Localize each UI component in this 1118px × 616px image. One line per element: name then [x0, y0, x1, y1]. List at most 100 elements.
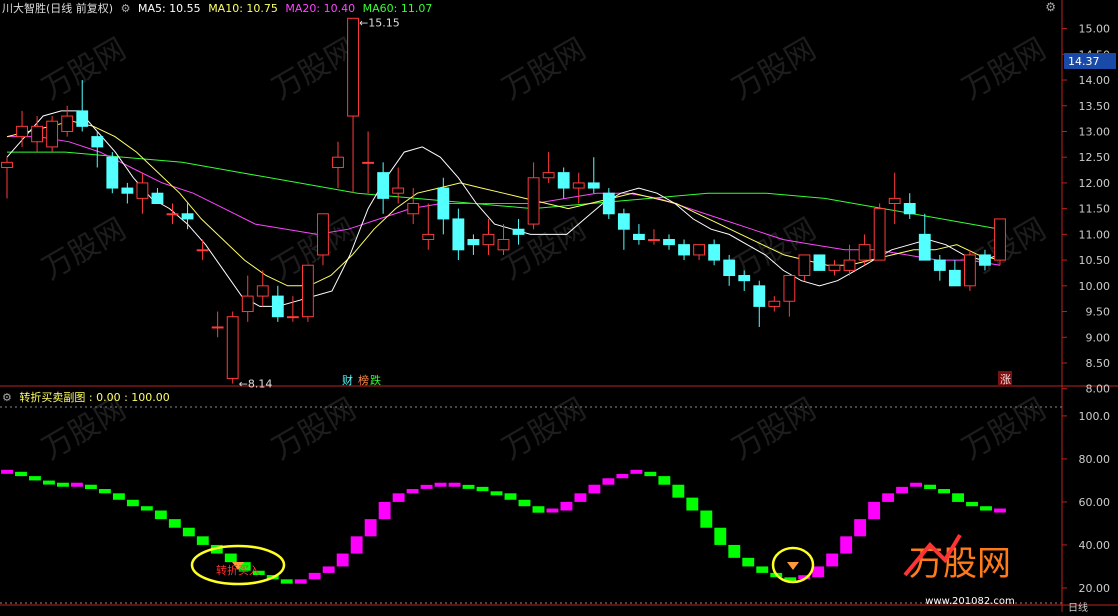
- ma10-label: MA10: 10.75: [208, 2, 278, 15]
- period-label: 日线: [1068, 601, 1088, 612]
- sub-tick-label: 20.00: [1079, 582, 1111, 595]
- sub-indicator-layer: 转折买入: [1, 469, 1006, 586]
- candle-body: [903, 203, 916, 215]
- candlestick: [422, 203, 435, 250]
- price-tick-label: 10.50: [1079, 254, 1111, 267]
- price-tick-label: 11.00: [1079, 228, 1111, 241]
- sub-settings-gear-icon[interactable]: ⚙: [2, 391, 12, 404]
- indicator-bar: [994, 508, 1006, 513]
- candlestick: [46, 116, 59, 153]
- candlestick: [332, 141, 344, 189]
- chart-canvas[interactable]: 万股网 万股网 万股网 万股网 万股网万股网 万股网 万股网 万股网万股网 万股网 万股网 万股网万…: [0, 0, 1118, 614]
- indicator-bar: [56, 482, 69, 487]
- candle-body: [377, 172, 390, 199]
- candle-body: [91, 136, 104, 148]
- options-icon[interactable]: ⚙: [1045, 0, 1056, 14]
- indicator-bar: [966, 501, 978, 507]
- candlestick: [678, 239, 690, 261]
- indicator-bar: [854, 519, 867, 537]
- candlestick: [948, 260, 961, 287]
- candlestick: [527, 162, 540, 230]
- candlestick: [602, 188, 615, 219]
- candlestick: [106, 152, 119, 194]
- indicator-bar: [840, 536, 853, 554]
- indicator-bar: [378, 501, 391, 520]
- indicator-bar: [126, 499, 139, 507]
- indicator-bar: [29, 476, 41, 481]
- candle-body: [136, 182, 149, 199]
- candle-body: [301, 264, 314, 318]
- candle-body: [407, 203, 420, 215]
- price-tick-label: 12.50: [1079, 151, 1111, 164]
- candlestick: [542, 152, 555, 183]
- indicator-bar: [294, 579, 307, 584]
- indicator-bar: [406, 489, 419, 494]
- event-rank-marker: 榜: [358, 373, 369, 387]
- ma20-label: MA20: 10.40: [285, 2, 356, 15]
- candle-body: [813, 254, 826, 271]
- sub-chart-header: ⚙ 转折买卖副图 : 0.00 : 100.00: [2, 389, 174, 405]
- candle-body: [963, 254, 976, 287]
- indicator-bar: [168, 519, 181, 528]
- indicator-bar: [98, 489, 111, 494]
- sub-tick-label: 100.0: [1079, 410, 1111, 423]
- price-tick-label: 8.00: [1086, 383, 1111, 396]
- indicator-bar: [658, 476, 671, 485]
- indicator-bar: [280, 579, 293, 584]
- candlestick: [587, 157, 600, 194]
- candlestick: [241, 275, 254, 322]
- current-price-label: 14.37: [1068, 55, 1100, 68]
- candle-body: [317, 213, 329, 256]
- candlestick: [663, 234, 675, 250]
- candle-body: [663, 239, 675, 246]
- candlestick: [166, 203, 179, 225]
- indicator-bar: [112, 493, 125, 500]
- indicator-bar: [182, 527, 195, 537]
- candle-body: [632, 233, 645, 241]
- candle-body: [482, 233, 495, 246]
- watermark-text: 万股网: [957, 392, 1052, 467]
- candlestick: [888, 172, 901, 225]
- candlestick: [963, 249, 976, 291]
- indicator-bar: [812, 566, 825, 578]
- indicator-bar: [350, 536, 363, 554]
- indicator-bar: [504, 493, 517, 500]
- candle-body: [256, 285, 269, 297]
- candle-body: [271, 295, 284, 318]
- indicator-bar: [154, 510, 167, 520]
- candlestick: [301, 264, 314, 322]
- candlestick: [632, 224, 645, 245]
- candlestick: [903, 193, 916, 219]
- indicator-bar: [434, 482, 447, 487]
- candle-body: [948, 269, 961, 287]
- diamond-signal-icon: [787, 562, 799, 570]
- candlestick: [16, 110, 28, 147]
- settings-gear-icon[interactable]: ⚙: [121, 2, 131, 15]
- watermark-layer: 万股网 万股网 万股网 万股网 万股网万股网 万股网 万股网 万股网万股网 万股网 万股网 万股网万…: [37, 32, 1052, 467]
- indicator-bar: [756, 566, 769, 573]
- candlestick: [783, 275, 796, 317]
- ma60-label: MA60: 11.07: [362, 2, 433, 15]
- watermark-text: 万股网: [957, 32, 1052, 107]
- candle-body: [512, 228, 525, 235]
- indicator-bar: [728, 544, 741, 558]
- ma5-label: MA5: 10.55: [137, 2, 201, 15]
- indicator-bar: [644, 471, 657, 477]
- candle-body: [1, 161, 13, 168]
- price-tick-label: 11.50: [1079, 203, 1111, 216]
- candle-body: [347, 17, 359, 117]
- candlestick: [121, 182, 134, 204]
- candle-body: [76, 110, 89, 127]
- candle-body: [873, 208, 886, 261]
- low-price-annotation: ←8.14: [239, 378, 273, 391]
- moving-average-layer: [6, 110, 1001, 307]
- candlestick: [136, 172, 149, 214]
- indicator-bar: [196, 536, 209, 545]
- price-tick-label: 13.00: [1079, 125, 1111, 138]
- indicator-bar: [336, 553, 349, 567]
- indicator-bar: [462, 484, 475, 489]
- candlestick: [482, 218, 495, 255]
- candle-body: [768, 300, 781, 307]
- candle-body: [422, 233, 435, 241]
- candle-body: [181, 213, 194, 220]
